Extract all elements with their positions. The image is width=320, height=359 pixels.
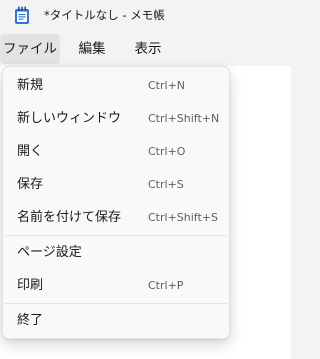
menu-item-new[interactable]: 新規 Ctrl+N	[7, 71, 225, 101]
window-title: *タイトルなし - メモ帳	[44, 8, 165, 22]
menu-item-print[interactable]: 印刷 Ctrl+P	[7, 271, 225, 301]
menu-view[interactable]: 表示	[124, 34, 172, 64]
menu-item-save-as[interactable]: 名前を付けて保存 Ctrl+Shift+S	[7, 203, 225, 233]
menu-item-exit[interactable]: 終了	[7, 306, 225, 336]
title-bar: *タイトルなし - メモ帳	[0, 0, 291, 32]
menu-item-save[interactable]: 保存 Ctrl+S	[7, 170, 225, 200]
menu-item-shortcut: Ctrl+Shift+N	[148, 112, 220, 125]
menu-item-label: 開く	[17, 144, 44, 159]
menu-separator	[4, 303, 228, 304]
menu-file[interactable]: ファイル	[0, 34, 60, 64]
menu-item-shortcut: Ctrl+Shift+S	[148, 211, 218, 224]
menu-edit[interactable]: 編集	[68, 34, 116, 64]
menu-item-shortcut: Ctrl+N	[148, 79, 186, 92]
menu-item-label: 新しいウィンドウ	[17, 111, 122, 126]
menu-item-shortcut: Ctrl+S	[148, 178, 184, 191]
menu-item-label: 名前を付けて保存	[17, 210, 122, 225]
menu-item-label: 終了	[17, 313, 44, 328]
menu-item-page-setup[interactable]: ページ設定	[7, 238, 225, 268]
menu-item-label: ページ設定	[17, 245, 82, 260]
menu-item-label: 印刷	[17, 278, 44, 293]
file-menu-dropdown: 新規 Ctrl+N 新しいウィンドウ Ctrl+Shift+N 開く Ctrl+…	[2, 66, 230, 339]
menu-item-open[interactable]: 開く Ctrl+O	[7, 137, 225, 167]
menu-separator	[4, 235, 228, 236]
menu-item-shortcut: Ctrl+P	[148, 279, 184, 292]
menu-bar: ファイル 編集 表示	[0, 32, 291, 66]
menu-item-shortcut: Ctrl+O	[148, 145, 186, 158]
notepad-icon	[15, 6, 29, 24]
menu-item-label: 新規	[17, 78, 44, 93]
menu-item-label: 保存	[17, 177, 44, 192]
menu-item-new-window[interactable]: 新しいウィンドウ Ctrl+Shift+N	[7, 104, 225, 134]
